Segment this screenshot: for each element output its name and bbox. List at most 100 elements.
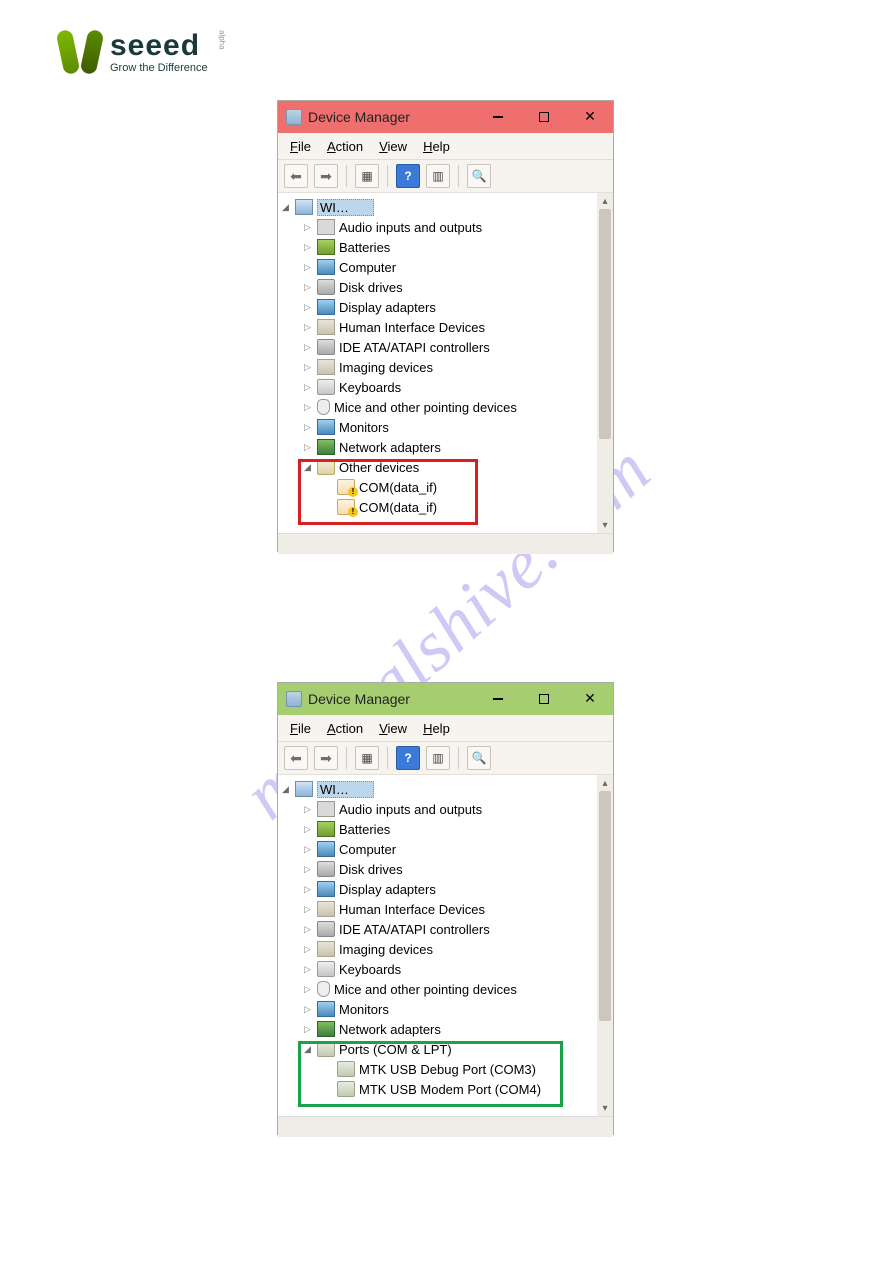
tree-item[interactable]: Batteries [280, 237, 613, 257]
forward-button[interactable]: ➡ [314, 746, 338, 770]
statusbar [278, 533, 613, 554]
disk-icon [317, 861, 335, 877]
maximize-button[interactable] [521, 683, 567, 715]
scroll-up-icon[interactable]: ▴ [597, 775, 613, 791]
tree-root[interactable]: WI… [280, 197, 613, 217]
toolbar-btn-3[interactable]: 🔍 [467, 746, 491, 770]
menu-help[interactable]: Help [417, 719, 456, 738]
hid-icon [317, 901, 335, 917]
scroll-up-icon[interactable]: ▴ [597, 193, 613, 209]
toolbar-btn-2[interactable]: ▥ [426, 164, 450, 188]
menu-view[interactable]: View [373, 137, 413, 156]
close-button[interactable] [567, 683, 613, 715]
menu-action[interactable]: Action [321, 719, 369, 738]
window-title: Device Manager [308, 109, 410, 125]
device-tree[interactable]: WI… Audio inputs and outputs Batteries C… [278, 775, 613, 1116]
battery-icon [317, 239, 335, 255]
tree-item[interactable]: Network adapters [280, 437, 613, 457]
tree-item[interactable]: Monitors [280, 999, 613, 1019]
scroll-thumb[interactable] [599, 209, 611, 439]
toolbar-btn-2[interactable]: ▥ [426, 746, 450, 770]
tree-item[interactable]: Audio inputs and outputs [280, 217, 613, 237]
toolbar-btn-1[interactable]: ▦ [355, 746, 379, 770]
tree-item[interactable]: IDE ATA/ATAPI controllers [280, 919, 613, 939]
tree-item[interactable]: Disk drives [280, 859, 613, 879]
imaging-icon [317, 941, 335, 957]
menubar: File Action View Help [278, 715, 613, 742]
tree-item[interactable]: Mice and other pointing devices [280, 397, 613, 417]
audio-icon [317, 801, 335, 817]
monitor-icon [317, 419, 335, 435]
mouse-icon [317, 399, 330, 415]
computer-cat-icon [317, 841, 335, 857]
minimize-button[interactable] [475, 683, 521, 715]
seeed-logo: seeed Grow the Difference alpha [58, 30, 227, 74]
network-icon [317, 439, 335, 455]
tree-item[interactable]: Keyboards [280, 377, 613, 397]
tree-item[interactable]: Human Interface Devices [280, 899, 613, 919]
help-button[interactable]: ? [396, 164, 420, 188]
scroll-down-icon[interactable]: ▾ [597, 1100, 613, 1116]
highlight-green-box [298, 1041, 563, 1107]
device-tree[interactable]: WI… Audio inputs and outputs Batteries C… [278, 193, 613, 533]
back-button[interactable]: ⬅ [284, 164, 308, 188]
imaging-icon [317, 359, 335, 375]
forward-button[interactable]: ➡ [314, 164, 338, 188]
audio-icon [317, 219, 335, 235]
toolbar-btn-3[interactable]: 🔍 [467, 164, 491, 188]
tree-item[interactable]: Mice and other pointing devices [280, 979, 613, 999]
menu-file[interactable]: File [284, 137, 317, 156]
tree-item[interactable]: Keyboards [280, 959, 613, 979]
scroll-thumb[interactable] [599, 791, 611, 1021]
device-manager-window-1: Device Manager File Action View Help ⬅ ➡… [277, 100, 614, 552]
app-icon [286, 109, 302, 125]
keyboard-icon [317, 961, 335, 977]
menu-help[interactable]: Help [417, 137, 456, 156]
tree-item[interactable]: Imaging devices [280, 939, 613, 959]
battery-icon [317, 821, 335, 837]
logo-brand: seeed [110, 31, 208, 61]
minimize-button[interactable] [475, 101, 521, 133]
disk-icon [317, 279, 335, 295]
vertical-scrollbar[interactable]: ▴ ▾ [597, 775, 613, 1116]
toolbar-btn-1[interactable]: ▦ [355, 164, 379, 188]
tree-item[interactable]: Computer [280, 839, 613, 859]
close-button[interactable] [567, 101, 613, 133]
tree-item[interactable]: Imaging devices [280, 357, 613, 377]
tree-item[interactable]: Display adapters [280, 297, 613, 317]
tree-item[interactable]: Audio inputs and outputs [280, 799, 613, 819]
highlight-red-box [298, 459, 478, 525]
tree-item[interactable]: Human Interface Devices [280, 317, 613, 337]
titlebar[interactable]: Device Manager [278, 101, 613, 133]
tree-root[interactable]: WI… [280, 779, 613, 799]
logo-icon [58, 30, 102, 74]
tree-item[interactable]: Network adapters [280, 1019, 613, 1039]
back-button[interactable]: ⬅ [284, 746, 308, 770]
toolbar: ⬅ ➡ ▦ ? ▥ 🔍 [278, 742, 613, 775]
menu-view[interactable]: View [373, 719, 413, 738]
menu-file[interactable]: File [284, 719, 317, 738]
help-button[interactable]: ? [396, 746, 420, 770]
computer-cat-icon [317, 259, 335, 275]
menubar: File Action View Help [278, 133, 613, 160]
titlebar[interactable]: Device Manager [278, 683, 613, 715]
tree-item[interactable]: Disk drives [280, 277, 613, 297]
tree-item[interactable]: Monitors [280, 417, 613, 437]
tree-item[interactable]: Display adapters [280, 879, 613, 899]
display-icon [317, 881, 335, 897]
ide-icon [317, 921, 335, 937]
window-title: Device Manager [308, 691, 410, 707]
maximize-button[interactable] [521, 101, 567, 133]
tree-item[interactable]: IDE ATA/ATAPI controllers [280, 337, 613, 357]
vertical-scrollbar[interactable]: ▴ ▾ [597, 193, 613, 533]
monitor-icon [317, 1001, 335, 1017]
tree-item[interactable]: Computer [280, 257, 613, 277]
logo-tagline: Grow the Difference [110, 63, 208, 74]
menu-action[interactable]: Action [321, 137, 369, 156]
network-icon [317, 1021, 335, 1037]
display-icon [317, 299, 335, 315]
tree-item[interactable]: Batteries [280, 819, 613, 839]
toolbar: ⬅ ➡ ▦ ? ▥ 🔍 [278, 160, 613, 193]
scroll-down-icon[interactable]: ▾ [597, 517, 613, 533]
hid-icon [317, 319, 335, 335]
